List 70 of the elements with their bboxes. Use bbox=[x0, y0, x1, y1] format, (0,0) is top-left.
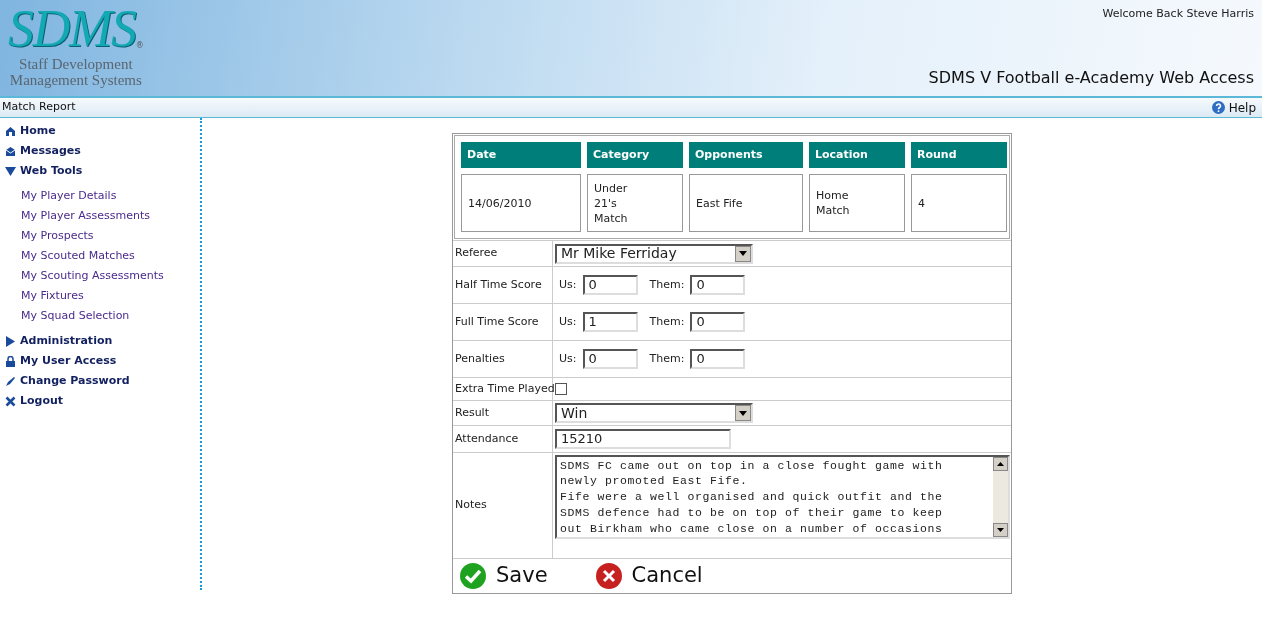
us-score-field[interactable]: 1 bbox=[582, 312, 638, 332]
field-label: Penalties bbox=[455, 350, 505, 367]
field-label: Attendance bbox=[455, 430, 519, 447]
welcome-text: Welcome Back Steve Harris bbox=[1102, 6, 1254, 22]
attendance-field[interactable]: 15210 bbox=[555, 429, 731, 449]
pen-icon bbox=[5, 375, 16, 387]
them-score-field[interactable]: 0 bbox=[690, 312, 746, 332]
triangle-down-icon bbox=[5, 165, 16, 177]
close-icon bbox=[595, 563, 622, 589]
nav-item[interactable]: Logout bbox=[0, 391, 200, 411]
nav-item[interactable]: Change Password bbox=[0, 371, 200, 391]
nav-item[interactable]: Web Tools bbox=[0, 161, 200, 181]
column-header: Category bbox=[587, 142, 683, 168]
them-label: Them: bbox=[649, 276, 685, 293]
triangle-right-icon bbox=[5, 335, 16, 347]
field-label: Referee bbox=[455, 245, 498, 262]
scrollbar-drawing[interactable] bbox=[993, 456, 1008, 537]
column-header: Location bbox=[809, 142, 905, 168]
envelope-icon bbox=[5, 145, 16, 157]
field-label: Result bbox=[455, 404, 489, 421]
nav-item[interactable]: Home bbox=[0, 121, 200, 141]
logo-text: SDMS bbox=[8, 2, 136, 56]
field-label: Notes bbox=[455, 497, 487, 514]
help-icon bbox=[1211, 101, 1225, 114]
column-header: Date bbox=[461, 142, 581, 168]
them-score-field[interactable]: 0 bbox=[690, 349, 746, 369]
nav-subitem[interactable]: My Squad Selection bbox=[0, 306, 200, 326]
table-cell: East Fife bbox=[689, 174, 803, 232]
us-label: Us: bbox=[559, 350, 577, 367]
nav-subitem[interactable]: My Prospects bbox=[0, 226, 200, 246]
nav-subitem[interactable]: My Scouted Matches bbox=[0, 246, 200, 266]
field-label: Half Time Score bbox=[455, 276, 542, 293]
them-label: Them: bbox=[649, 313, 685, 330]
nav-item[interactable]: Administration bbox=[0, 331, 200, 351]
nav-item[interactable]: Messages bbox=[0, 141, 200, 161]
nav-subitem[interactable]: My Player Assessments bbox=[0, 206, 200, 226]
column-header: Opponents bbox=[689, 142, 803, 168]
nav-subitem[interactable]: My Scouting Assessments bbox=[0, 266, 200, 286]
us-score-field[interactable]: 0 bbox=[582, 349, 638, 369]
house-icon bbox=[5, 125, 16, 137]
notes-field[interactable]: SDMS FC came out on top in a close fought game with newly promoted East Fife. Fife were a well organised and quick outfit and the SDMS defence had to be on top of their game to keep out Birkham who came close on a number of occasions bbox=[555, 454, 1010, 539]
result-select[interactable]: Win bbox=[555, 403, 753, 423]
site-title: SDMS V Football e-Academy Web Access bbox=[928, 67, 1254, 89]
cancel-button[interactable]: Cancel bbox=[595, 560, 703, 592]
table-cell: Under 21's Match bbox=[587, 174, 683, 232]
us-label: Us: bbox=[559, 313, 577, 330]
table-cell: 14/06/2010 bbox=[461, 174, 581, 232]
nav-subitem[interactable]: My Fixtures bbox=[0, 286, 200, 306]
field-label: Full Time Score bbox=[455, 313, 539, 330]
table-cell: Home Match bbox=[809, 174, 905, 232]
cross-icon bbox=[5, 395, 16, 407]
nav-item[interactable]: My User Access bbox=[0, 351, 200, 371]
them-score-field[interactable]: 0 bbox=[690, 275, 746, 295]
us-score-field[interactable]: 0 bbox=[582, 275, 638, 295]
column-header: Round bbox=[911, 142, 1007, 168]
them-label: Them: bbox=[649, 350, 685, 367]
registered-mark: ® bbox=[135, 41, 144, 52]
help-link[interactable]: Help bbox=[1211, 98, 1260, 117]
field-label: Extra Time Played bbox=[455, 380, 555, 397]
padlock-icon bbox=[5, 355, 16, 367]
logo-subtitle: Management Systems bbox=[9, 72, 142, 88]
nav-subitem[interactable]: My Player Details bbox=[0, 186, 200, 206]
logo-subtitle: Staff Development bbox=[19, 56, 133, 72]
save-button[interactable]: Save bbox=[460, 560, 548, 592]
table-cell: 4 bbox=[911, 174, 1007, 232]
page-title: Match Report bbox=[2, 99, 76, 116]
extra-time-checkbox[interactable] bbox=[555, 383, 567, 395]
check-icon bbox=[460, 563, 486, 589]
referee-select[interactable]: Mr Mike Ferriday bbox=[555, 243, 753, 264]
us-label: Us: bbox=[559, 276, 577, 293]
